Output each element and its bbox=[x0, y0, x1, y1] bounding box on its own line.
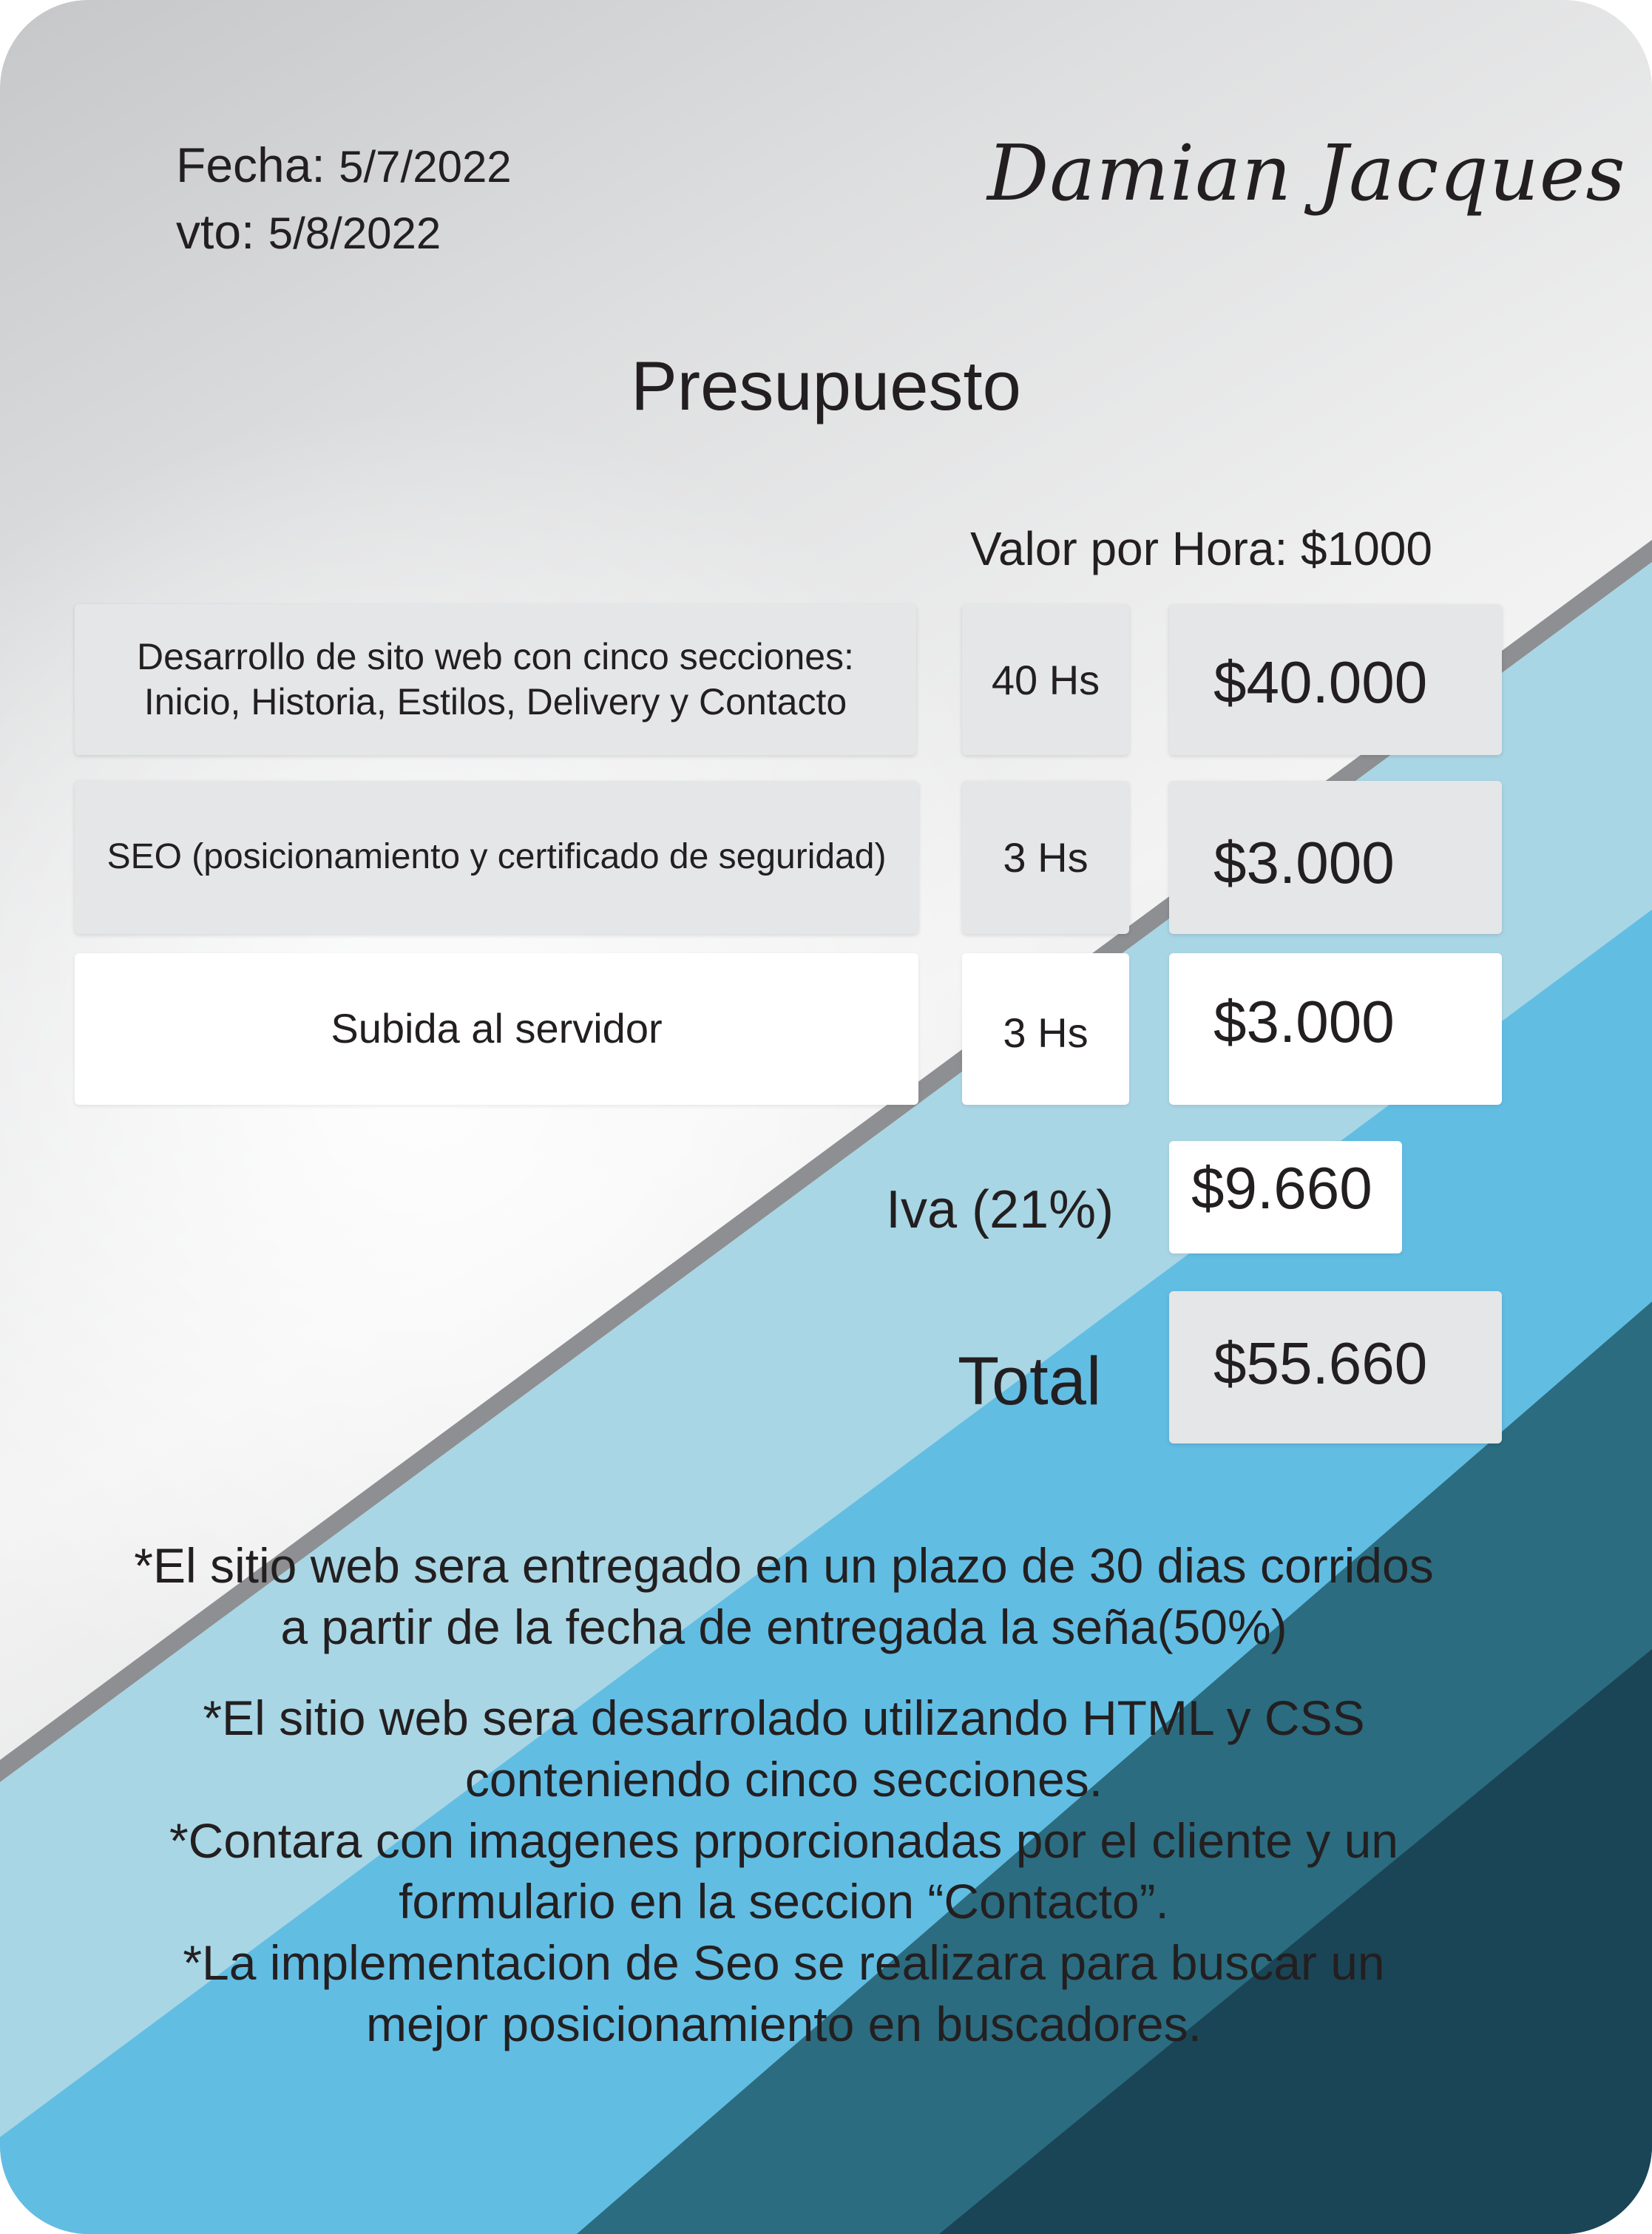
item-2-description: SEO (posicionamiento y certificado de se… bbox=[75, 781, 918, 934]
total-label: Total bbox=[958, 1344, 1102, 1419]
date-line: Fecha: 5/7/2022 bbox=[176, 141, 512, 189]
expiry-value: 5/8/2022 bbox=[268, 209, 441, 258]
hourly-rate: Valor por Hora: $1000 bbox=[970, 522, 1432, 575]
total-amount: $55.660 bbox=[1169, 1291, 1502, 1443]
page-title: Presupuesto bbox=[631, 347, 1021, 424]
item-1-hours: 40 Hs bbox=[962, 604, 1129, 755]
date-value: 5/7/2022 bbox=[339, 142, 512, 192]
date-label: Fecha: bbox=[176, 138, 325, 192]
item-3-description: Subida al servidor bbox=[75, 953, 918, 1105]
item-1-amount: $40.000 bbox=[1169, 604, 1502, 755]
iva-label: Iva (21%) bbox=[886, 1180, 1114, 1239]
item-1-description-text: Desarrollo de sito web con cinco seccion… bbox=[137, 636, 854, 722]
signature: Damian Jacques bbox=[987, 128, 1626, 218]
item-1-description: Desarrollo de sito web con cinco seccion… bbox=[75, 604, 916, 755]
scope-notes: *El sitio web sera desarrolado utilizand… bbox=[169, 1690, 1398, 2052]
item-2-hours: 3 Hs bbox=[962, 781, 1129, 934]
item-3-amount: $3.000 bbox=[1169, 953, 1502, 1105]
expiry-line: vto: 5/8/2022 bbox=[176, 207, 441, 256]
iva-amount: $9.660 bbox=[1169, 1141, 1402, 1253]
expiry-label: vto: bbox=[176, 204, 255, 259]
item-3-hours: 3 Hs bbox=[962, 953, 1129, 1105]
budget-document: Fecha: 5/7/2022 vto: 5/8/2022 Damian Jac… bbox=[0, 0, 1652, 2234]
delivery-note: *El sitio web sera entregado en un plazo… bbox=[134, 1538, 1434, 1655]
item-2-amount: $3.000 bbox=[1169, 781, 1502, 934]
